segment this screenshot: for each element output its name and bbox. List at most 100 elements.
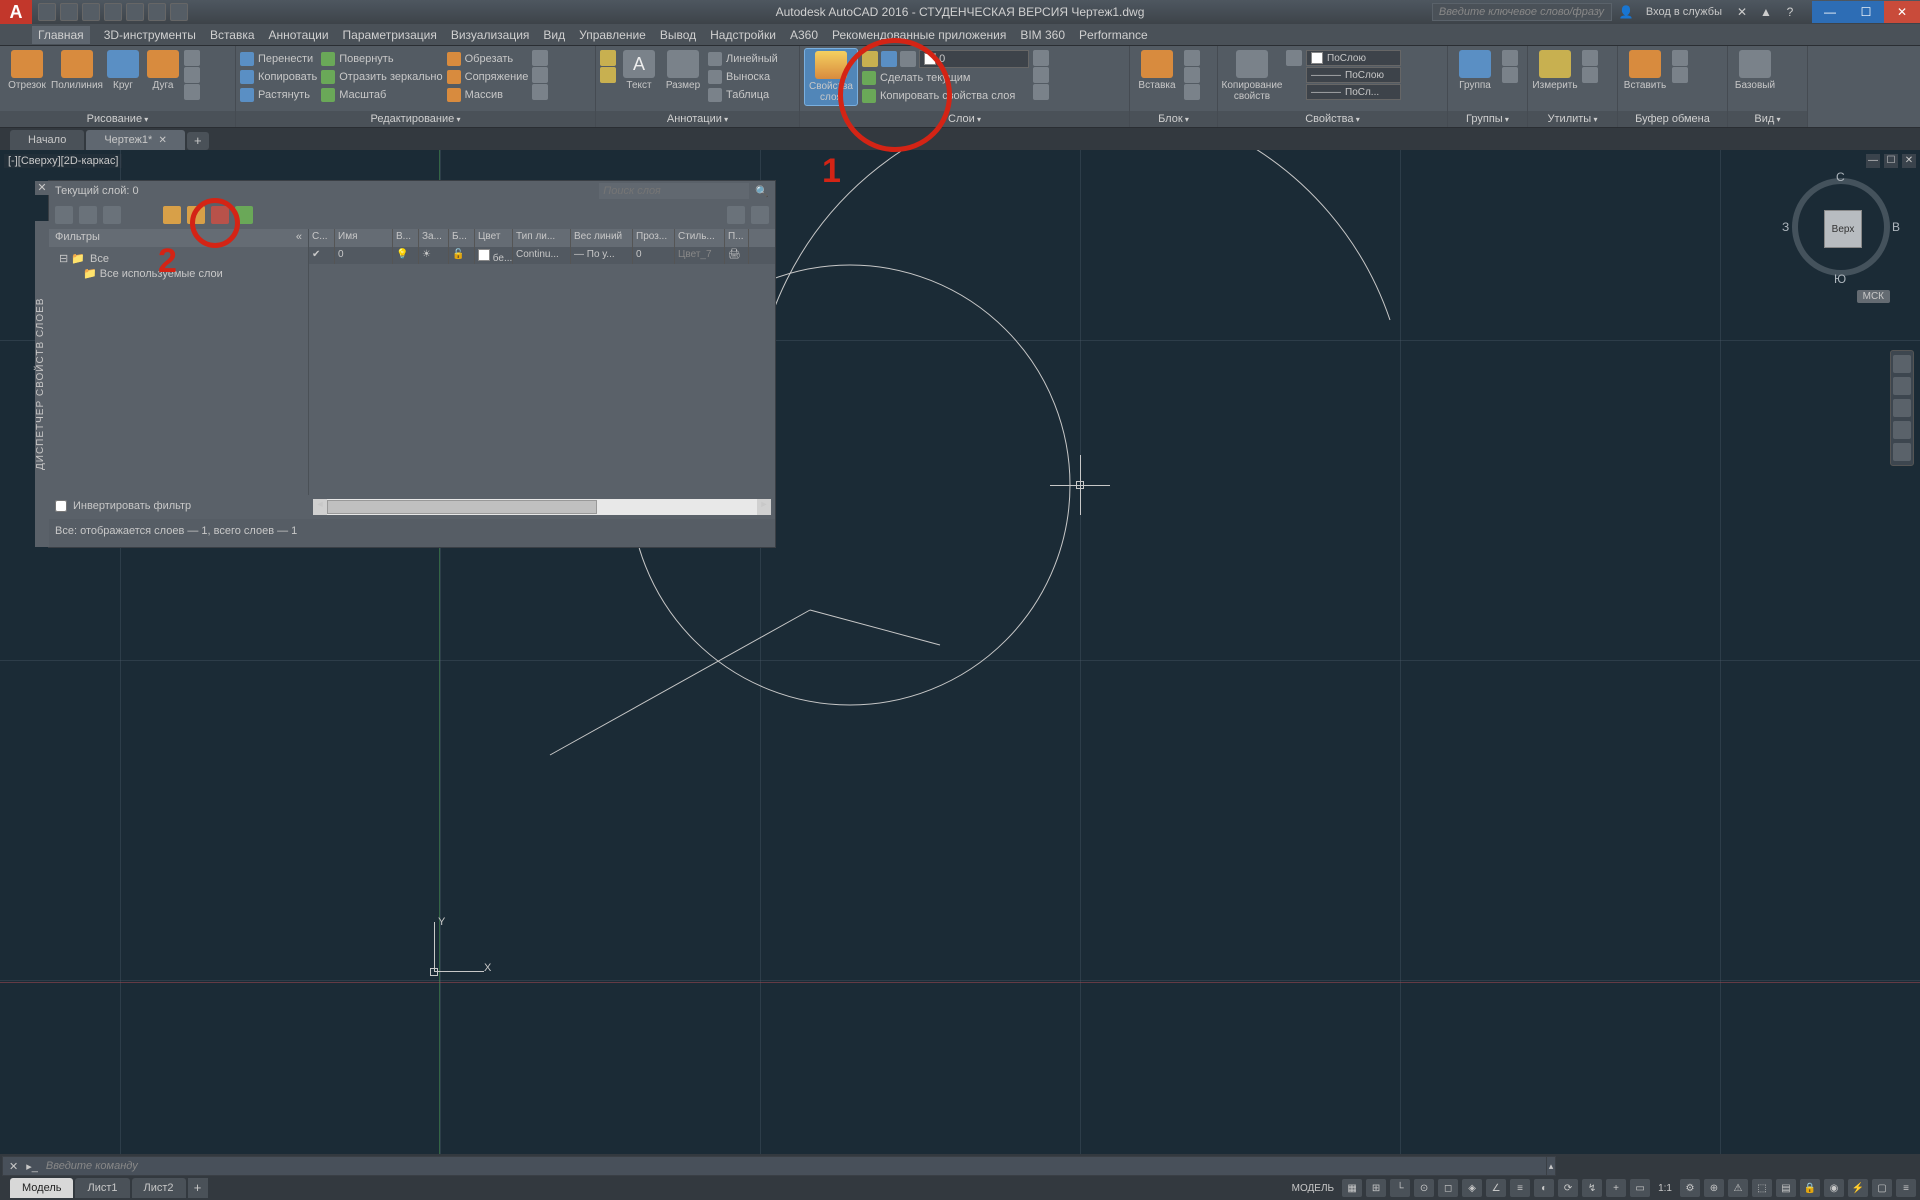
window-minimize-button[interactable]: — <box>1812 1 1848 23</box>
dimension-button[interactable]: Размер <box>662 48 704 91</box>
layer-iso-icon[interactable] <box>1033 50 1049 66</box>
help-icon[interactable]: ? <box>1780 3 1800 21</box>
measure-button[interactable]: Измерить <box>1532 48 1578 91</box>
rotate-button[interactable]: Повернуть <box>321 50 442 67</box>
group-edit-icon[interactable] <box>1502 67 1518 83</box>
delete-layer-icon[interactable] <box>211 206 229 224</box>
stretch-button[interactable]: Растянуть <box>240 86 317 103</box>
make-current-button[interactable]: Сделать текущим <box>862 69 1029 86</box>
tab-close-icon[interactable]: ✕ <box>158 135 166 146</box>
sb-lweight-icon[interactable]: ≡ <box>1510 1179 1530 1197</box>
polyline-button[interactable]: Полилиния <box>54 48 100 91</box>
tab-layout2[interactable]: Лист2 <box>132 1178 186 1198</box>
sb-annomon-icon[interactable]: ⚠ <box>1728 1179 1748 1197</box>
sb-lock-icon[interactable]: 🔒 <box>1800 1179 1820 1197</box>
linear-button[interactable]: Линейный <box>708 50 778 67</box>
line-button[interactable]: Отрезок <box>4 48 50 91</box>
filter-group-icon[interactable] <box>79 206 97 224</box>
tree-root[interactable]: ⊟ 📁 Все <box>55 251 302 266</box>
panel-properties-title[interactable]: Свойства <box>1218 111 1447 127</box>
a360-icon[interactable]: ▲ <box>1756 3 1776 21</box>
tree-used-layers[interactable]: 📁 Все используемые слои <box>55 266 302 281</box>
layer-prev-icon[interactable] <box>1033 84 1049 100</box>
sb-model-label[interactable]: МОДЕЛЬ <box>1288 1183 1338 1194</box>
array-button[interactable]: Массив <box>447 86 529 103</box>
tab-bim360[interactable]: BIM 360 <box>1020 28 1065 42</box>
layer-lock-icon[interactable] <box>900 51 916 67</box>
lweight-combo[interactable]: ———ПоСлою <box>1306 67 1401 83</box>
layer-properties-button[interactable]: Свойства слоя <box>804 48 858 106</box>
group-button[interactable]: Группа <box>1452 48 1498 91</box>
viewcube-face[interactable]: Верх <box>1824 210 1862 248</box>
leader-button[interactable]: Выноска <box>708 68 778 85</box>
cut-icon[interactable] <box>1672 50 1688 66</box>
tab-output[interactable]: Вывод <box>660 28 696 42</box>
props-icon[interactable] <box>1286 50 1302 66</box>
copy-button[interactable]: Копировать <box>240 68 317 85</box>
erase-icon[interactable] <box>532 50 548 66</box>
select-icon[interactable] <box>1582 50 1598 66</box>
tab-insert[interactable]: Вставка <box>210 28 255 42</box>
qat-plot-icon[interactable] <box>126 3 144 21</box>
nav-pan-icon[interactable] <box>1893 377 1911 395</box>
exchange-icon[interactable]: ✕ <box>1732 3 1752 21</box>
signin-icon[interactable]: 👤 <box>1616 3 1636 21</box>
cmd-toggle-icon[interactable]: ✕ <box>9 1160 18 1173</box>
color-icon[interactable] <box>600 67 616 83</box>
create-block-icon[interactable] <box>1184 50 1200 66</box>
panel-layers-title[interactable]: Слои <box>800 111 1129 127</box>
offset-icon[interactable] <box>532 84 548 100</box>
panel-block-title[interactable]: Блок <box>1130 111 1217 127</box>
sb-units-icon[interactable]: ⬚ <box>1752 1179 1772 1197</box>
nav-zoom-icon[interactable] <box>1893 399 1911 417</box>
cmd-expand-icon[interactable]: ▴ <box>1546 1156 1556 1176</box>
palette-close-icon[interactable]: ✕ <box>35 181 49 195</box>
paste-button[interactable]: Вставить <box>1622 48 1668 91</box>
help-search-input[interactable]: Введите ключевое слово/фразу <box>1432 3 1612 21</box>
new-layer-icon[interactable] <box>163 206 181 224</box>
ltype-combo[interactable]: ———ПоСл... <box>1306 84 1401 100</box>
new-layer-freeze-icon[interactable] <box>187 206 205 224</box>
viewcube[interactable]: Верх С Ю В З <box>1786 172 1896 282</box>
qat-redo-icon[interactable] <box>170 3 188 21</box>
panel-draw-title[interactable]: Рисование <box>0 111 235 127</box>
insert-block-button[interactable]: Вставка <box>1134 48 1180 91</box>
sb-ortho-icon[interactable]: └ <box>1390 1179 1410 1197</box>
hatch-icon[interactable] <box>184 67 200 83</box>
sb-cycling-icon[interactable]: ⟳ <box>1558 1179 1578 1197</box>
panel-groups-title[interactable]: Группы <box>1448 111 1527 127</box>
sb-qp-icon[interactable]: ▭ <box>1630 1179 1650 1197</box>
command-line[interactable]: ✕ ▸_ Введите команду <box>2 1156 1552 1176</box>
match-layer-button[interactable]: Копировать свойства слоя <box>862 87 1029 104</box>
move-button[interactable]: Перенести <box>240 50 317 67</box>
qat-saveas-icon[interactable] <box>104 3 122 21</box>
explode-icon[interactable] <box>532 67 548 83</box>
collapse-icon[interactable]: « <box>296 231 302 245</box>
sb-hardware-icon[interactable]: ⚡ <box>1848 1179 1868 1197</box>
viewcube-wcs-label[interactable]: МСК <box>1857 290 1890 303</box>
tab-annotate[interactable]: Аннотации <box>269 28 329 42</box>
refresh-icon[interactable] <box>727 206 745 224</box>
nav-wheel-icon[interactable] <box>1893 355 1911 373</box>
tab-model[interactable]: Модель <box>10 1178 73 1198</box>
tab-a360[interactable]: A360 <box>790 28 818 42</box>
nav-showmotion-icon[interactable] <box>1893 443 1911 461</box>
sb-quickprops-icon[interactable]: ▤ <box>1776 1179 1796 1197</box>
layer-bulb-icon[interactable] <box>862 51 878 67</box>
sb-dynucs-icon[interactable]: ↯ <box>1582 1179 1602 1197</box>
sb-scale[interactable]: 1:1 <box>1654 1183 1676 1194</box>
tab-add-button[interactable]: + <box>187 132 209 150</box>
sb-osnap-icon[interactable]: ◻ <box>1438 1179 1458 1197</box>
drawing-area[interactable]: [-][Сверху][2D-каркас] — ☐ ✕ Y X Верх С … <box>0 150 1920 1154</box>
tab-3dtools[interactable]: 3D-инструменты <box>104 28 196 42</box>
attr-icon[interactable] <box>1184 84 1200 100</box>
text-button[interactable]: AТекст <box>620 48 658 91</box>
sb-annoscale-icon[interactable]: ⚙ <box>1680 1179 1700 1197</box>
qat-new-icon[interactable] <box>38 3 56 21</box>
panel-utilities-title[interactable]: Утилиты <box>1528 111 1617 127</box>
sb-3dosnap-icon[interactable]: ◈ <box>1462 1179 1482 1197</box>
sb-otrack-icon[interactable]: ∠ <box>1486 1179 1506 1197</box>
ellipse-icon[interactable] <box>184 84 200 100</box>
tab-visualize[interactable]: Визуализация <box>451 28 530 42</box>
edit-block-icon[interactable] <box>1184 67 1200 83</box>
